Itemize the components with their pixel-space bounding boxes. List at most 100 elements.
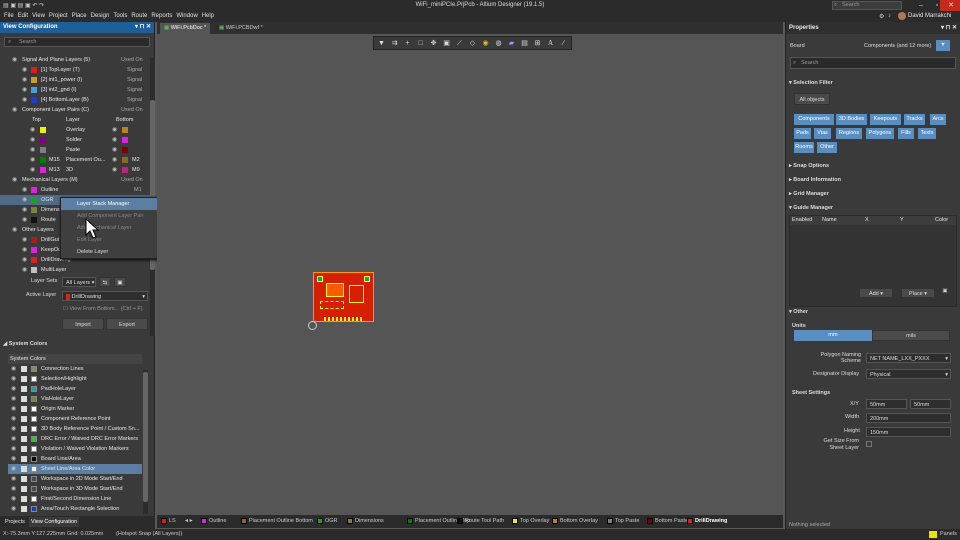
system-color-row[interactable]: ◉ Workspace in 3D Mode Start/End <box>8 484 142 494</box>
layer-color-swatch[interactable] <box>31 217 37 223</box>
layer-tab[interactable]: Top Overlay <box>512 517 549 526</box>
eye-icon[interactable]: ◉ <box>112 145 117 155</box>
system-colors-subheader[interactable]: System Colors <box>8 354 142 364</box>
eye-icon[interactable]: ◉ <box>11 484 16 494</box>
menu-item-edit-layer[interactable]: Edit Layer <box>61 234 159 246</box>
tab-pcbdoc[interactable]: ▦ WiFi.PcbDoc * <box>160 23 211 34</box>
export-button[interactable]: Export <box>106 318 148 330</box>
color-checkbox[interactable] <box>21 456 27 462</box>
tab-view-configuration[interactable]: View Configuration <box>29 517 80 527</box>
filter-chip-rooms[interactable]: Rooms <box>794 142 814 153</box>
menu-view[interactable]: View <box>30 11 47 22</box>
eye-icon[interactable]: ◉ <box>30 165 35 175</box>
eye-icon[interactable]: ◉ <box>22 245 27 255</box>
color-swatch[interactable] <box>31 506 37 512</box>
color-checkbox[interactable] <box>21 466 27 472</box>
layer-color-swatch[interactable] <box>31 257 37 263</box>
sheet-y-input[interactable]: 50mm <box>910 399 951 409</box>
system-color-row[interactable]: ◉ Board Line/Area <box>8 454 142 464</box>
system-color-row[interactable]: ◉ Selection/Highlight <box>8 374 142 384</box>
color-checkbox[interactable] <box>21 496 27 502</box>
color-checkbox[interactable] <box>21 386 27 392</box>
layer-tab[interactable]: Outline <box>201 517 226 526</box>
layer-color-swatch[interactable] <box>31 187 37 193</box>
units-mm-toggle[interactable]: mm <box>794 330 872 341</box>
system-color-row[interactable]: ◉ Workspace in 2D Mode Start/End <box>8 474 142 484</box>
layer-tab[interactable]: Bottom Overlay <box>552 517 598 526</box>
layer-sets-config-button[interactable]: ⇆ <box>99 277 111 287</box>
filter-chip-fills[interactable]: Fills <box>898 128 914 139</box>
eye-icon[interactable]: ◉ <box>11 464 16 474</box>
track-icon[interactable]: ⟋ <box>454 38 465 49</box>
menu-route[interactable]: Route <box>129 11 149 22</box>
sheet-height-input[interactable]: 150mm <box>866 427 951 437</box>
select-rect-icon[interactable]: □ <box>415 38 426 49</box>
filter-icon[interactable]: ▼ <box>376 38 387 49</box>
layer-row[interactable]: ◉ M15 Placement Ou... ◉ M2 <box>0 155 150 165</box>
eye-icon[interactable]: ◉ <box>22 95 27 105</box>
color-swatch[interactable] <box>31 396 37 402</box>
auto-size-checkbox[interactable] <box>866 441 872 447</box>
eye-icon[interactable]: ◉ <box>11 374 16 384</box>
layer-color-swatch[interactable] <box>40 167 46 173</box>
filter-chip-arcs[interactable]: Arcs <box>930 114 946 125</box>
layer-sets-select[interactable]: All Layers ▾ <box>62 277 96 287</box>
layer-color-swatch[interactable] <box>40 127 46 133</box>
color-swatch[interactable] <box>31 436 37 442</box>
eye-icon[interactable]: ◉ <box>22 65 27 75</box>
system-color-row[interactable]: ◉ Sheet Line/Area Color <box>8 464 142 474</box>
section-snap-options[interactable]: ▸ Snap Options <box>789 163 829 169</box>
color-checkbox[interactable] <box>21 416 27 422</box>
system-color-row[interactable]: ◉ Area/Touch Rectangle Selection <box>8 504 142 514</box>
filter-chip-regions[interactable]: Regions <box>836 128 862 139</box>
all-objects-button[interactable]: All objects <box>794 93 830 105</box>
polygon-icon[interactable]: ◇ <box>467 38 478 49</box>
color-swatch[interactable] <box>31 426 37 432</box>
tab-projects[interactable]: Projects <box>5 519 25 525</box>
filter-chip-keepouts[interactable]: Keepouts <box>870 114 901 125</box>
eye-icon[interactable]: ◉ <box>11 474 16 484</box>
layer-color-swatch[interactable] <box>31 197 37 203</box>
fill-icon[interactable]: ▤ <box>519 38 530 49</box>
menu-item-add-mechanical-layer[interactable]: Add Mechanical Layer <box>61 222 159 234</box>
gear-icon[interactable]: ⚙ <box>879 13 884 20</box>
highlight-icon[interactable]: ◉ <box>480 38 491 49</box>
pcb-board[interactable] <box>313 272 374 322</box>
layer-row[interactable]: ◉ Solder ◉ <box>0 135 150 145</box>
color-swatch[interactable] <box>31 406 37 412</box>
menu-edit[interactable]: Edit <box>16 11 30 22</box>
layer-row[interactable]: ◉ MultiLayer <box>0 265 150 275</box>
system-color-row[interactable]: ◉ PadHoleLayer <box>8 384 142 394</box>
menu-tools[interactable]: Tools <box>111 11 129 22</box>
layer-nav-arrows[interactable]: ◂ ▸ <box>185 517 193 524</box>
component-icon[interactable]: ▣ <box>441 38 452 49</box>
layer-color-swatch[interactable] <box>122 157 128 163</box>
eye-icon[interactable]: ◉ <box>12 105 17 115</box>
close-button[interactable]: ✕ <box>940 0 960 11</box>
layer-tab[interactable]: LS <box>161 517 176 526</box>
color-checkbox[interactable] <box>21 476 27 482</box>
layer-tab[interactable]: Placement Outline Bottom <box>241 517 313 526</box>
color-checkbox[interactable] <box>21 366 27 372</box>
layer-tab[interactable]: Top Paste <box>607 517 639 526</box>
eye-icon[interactable]: ◉ <box>11 394 16 404</box>
system-color-row[interactable]: ◉ ViaHoleLayer <box>8 394 142 404</box>
menu-design[interactable]: Design <box>89 11 112 22</box>
layer-row[interactable]: ◉ M13 3D ◉ M9 <box>0 165 150 175</box>
eye-icon[interactable]: ◉ <box>11 424 16 434</box>
eye-icon[interactable]: ◉ <box>22 85 27 95</box>
units-mils-toggle[interactable]: mils <box>872 330 950 341</box>
eye-icon[interactable]: ◉ <box>22 195 27 205</box>
layer-color-swatch[interactable] <box>40 157 46 163</box>
layer-tab[interactable]: Bottom Paste <box>647 517 688 526</box>
route-icon[interactable]: ⇉ <box>389 38 400 49</box>
panels-button[interactable]: Panels <box>940 529 957 540</box>
layer-group-header[interactable]: ◉ Mechanical Layers (M) Used On <box>0 175 150 185</box>
color-swatch[interactable] <box>31 386 37 392</box>
eye-icon[interactable]: ◉ <box>22 265 27 275</box>
layer-color-swatch[interactable] <box>122 167 128 173</box>
layer-color-swatch[interactable] <box>31 87 37 93</box>
eye-icon[interactable]: ◉ <box>30 155 35 165</box>
dimension-icon[interactable]: ⊞ <box>532 38 543 49</box>
layer-color-swatch[interactable] <box>31 207 37 213</box>
